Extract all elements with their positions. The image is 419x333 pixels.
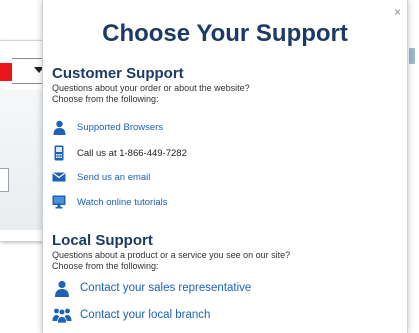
- customer-support-description-line2: Choose from the following:: [52, 94, 159, 104]
- local-support-description-line1: Questions about a product or a service y…: [52, 250, 291, 260]
- group-icon: [52, 306, 72, 324]
- customer-support-description: Questions about your order or about the …: [52, 83, 352, 105]
- local-support-heading: Local Support: [52, 232, 153, 249]
- call-us-item: Call us at 1-866-449-7282: [52, 143, 187, 163]
- contact-local-branch-label[interactable]: Contact your local branch: [80, 309, 210, 321]
- monitor-icon: [52, 194, 66, 210]
- person-icon: [52, 279, 72, 297]
- send-email-label[interactable]: Send us an email: [77, 172, 150, 183]
- watch-tutorials-link[interactable]: Watch online tutorials: [52, 192, 167, 212]
- background-right-icon: [409, 48, 415, 64]
- background-input-field[interactable]: [0, 168, 9, 192]
- person-icon: [52, 119, 66, 135]
- popup-title: Choose Your Support: [102, 20, 348, 47]
- supported-browsers-link[interactable]: Supported Browsers: [52, 117, 163, 137]
- local-support-description: Questions about a product or a service y…: [52, 250, 352, 272]
- watch-tutorials-label[interactable]: Watch online tutorials: [77, 197, 167, 208]
- supported-browsers-label[interactable]: Supported Browsers: [77, 122, 163, 133]
- contact-sales-rep-link[interactable]: Contact your sales representative: [52, 278, 251, 298]
- contact-sales-rep-label[interactable]: Contact your sales representative: [80, 282, 251, 294]
- customer-support-heading: Customer Support: [52, 65, 184, 82]
- send-email-link[interactable]: Send us an email: [52, 167, 150, 187]
- contact-local-branch-link[interactable]: Contact your local branch: [52, 305, 210, 325]
- local-support-description-line2: Choose from the following:: [52, 261, 159, 271]
- close-icon[interactable]: ×: [394, 6, 401, 18]
- call-us-label: Call us at 1-866-449-7282: [77, 147, 187, 159]
- envelope-icon: [52, 169, 66, 185]
- customer-support-description-line1: Questions about your order or about the …: [52, 83, 250, 93]
- support-popup: × Choose Your Support Customer Support Q…: [42, 0, 408, 333]
- phone-icon: [52, 145, 66, 161]
